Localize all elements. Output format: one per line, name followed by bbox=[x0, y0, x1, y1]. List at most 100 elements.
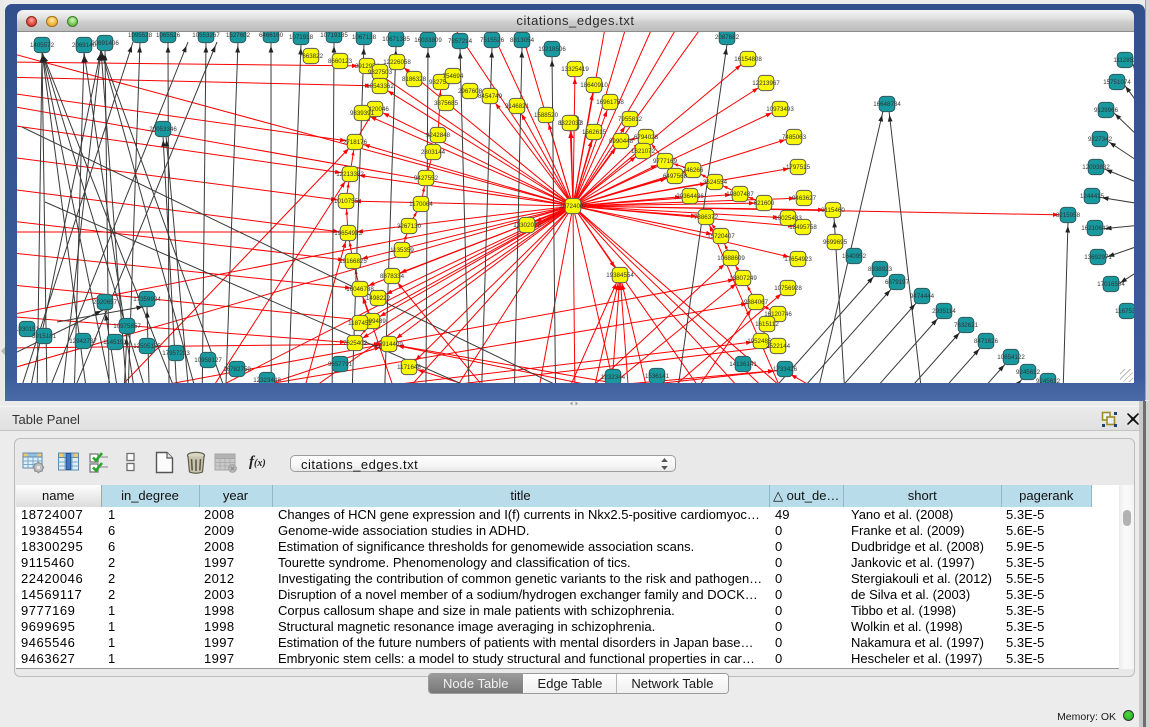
svg-text:1067138: 1067138 bbox=[352, 34, 377, 41]
svg-text:10543362: 10543362 bbox=[366, 83, 394, 90]
svg-text:1621072: 1621072 bbox=[631, 148, 656, 155]
svg-text:9657791: 9657791 bbox=[328, 361, 353, 368]
svg-text:16782759: 16782759 bbox=[223, 366, 251, 373]
svg-text:9146821: 9146821 bbox=[505, 103, 530, 110]
svg-text:8938923: 8938923 bbox=[868, 266, 893, 273]
svg-text:1167534: 1167534 bbox=[1115, 308, 1134, 315]
svg-text:2935114: 2935114 bbox=[932, 308, 956, 315]
svg-text:8878334: 8878334 bbox=[380, 273, 405, 280]
svg-text:2020657: 2020657 bbox=[93, 299, 118, 306]
svg-text:2087682: 2087682 bbox=[715, 34, 740, 41]
svg-text:12213382: 12213382 bbox=[336, 171, 364, 178]
svg-text:9245612: 9245612 bbox=[1016, 369, 1041, 376]
svg-text:9777169: 9777169 bbox=[653, 158, 678, 165]
svg-text:6794028: 6794028 bbox=[634, 134, 659, 141]
svg-text:3915181: 3915181 bbox=[32, 333, 57, 340]
svg-text:16961758: 16961758 bbox=[596, 99, 624, 106]
svg-text:1588520: 1588520 bbox=[534, 112, 559, 119]
svg-text:17654923: 17654923 bbox=[784, 256, 812, 263]
svg-text:9699695: 9699695 bbox=[823, 239, 848, 246]
svg-text:1071918: 1071918 bbox=[289, 34, 314, 41]
svg-text:10807487: 10807487 bbox=[726, 191, 754, 198]
svg-text:10671385: 10671385 bbox=[382, 36, 410, 43]
svg-text:1640952: 1640952 bbox=[842, 253, 867, 260]
svg-text:1170064: 1170064 bbox=[409, 201, 433, 208]
svg-text:16210643: 16210643 bbox=[1081, 225, 1109, 232]
svg-text:7955812: 7955812 bbox=[618, 116, 643, 123]
svg-text:15720407: 15720407 bbox=[707, 233, 735, 240]
svg-text:7857214: 7857214 bbox=[448, 38, 473, 45]
svg-text:16046788: 16046788 bbox=[346, 286, 374, 293]
svg-text:621600: 621600 bbox=[754, 200, 775, 207]
svg-text:8990448: 8990448 bbox=[609, 138, 634, 145]
svg-text:1733426: 1733426 bbox=[773, 366, 798, 373]
svg-text:10975857: 10975857 bbox=[113, 323, 141, 330]
svg-text:13692971: 13692971 bbox=[1084, 254, 1112, 261]
svg-text:15751074: 15751074 bbox=[1103, 79, 1131, 86]
svg-text:754694: 754694 bbox=[443, 73, 464, 80]
svg-text:1065526: 1065526 bbox=[156, 32, 181, 39]
svg-text:13325419: 13325419 bbox=[561, 66, 589, 73]
svg-text:10756928: 10756928 bbox=[774, 285, 802, 292]
svg-text:7632621: 7632621 bbox=[954, 322, 979, 329]
svg-text:7663822: 7663822 bbox=[299, 53, 324, 60]
svg-text:13302073: 13302073 bbox=[513, 222, 541, 229]
svg-text:19218506: 19218506 bbox=[538, 46, 566, 53]
svg-text:6879197: 6879197 bbox=[885, 279, 910, 286]
svg-text:16648784: 16648784 bbox=[873, 101, 901, 108]
svg-text:18640910: 18640910 bbox=[580, 82, 608, 89]
svg-text:9227342: 9227342 bbox=[1088, 136, 1113, 143]
svg-text:18495758: 18495758 bbox=[789, 224, 817, 231]
svg-text:3267130: 3267130 bbox=[397, 223, 422, 230]
svg-text:19384554: 19384554 bbox=[606, 272, 634, 279]
svg-text:8186328: 8186328 bbox=[402, 76, 427, 83]
svg-text:1536141: 1536141 bbox=[645, 373, 670, 380]
svg-text:2803144: 2803144 bbox=[421, 149, 446, 156]
svg-text:7625402: 7625402 bbox=[343, 340, 368, 347]
svg-text:8471626: 8471626 bbox=[974, 338, 999, 345]
svg-text:9327503: 9327503 bbox=[368, 69, 393, 76]
svg-text:9463627: 9463627 bbox=[792, 195, 817, 202]
svg-text:1797515: 1797515 bbox=[786, 164, 811, 171]
svg-text:1232344: 1232344 bbox=[601, 374, 626, 381]
svg-text:20053346: 20053346 bbox=[149, 126, 177, 133]
svg-text:1527602: 1527602 bbox=[226, 32, 251, 39]
svg-text:14136141: 14136141 bbox=[729, 361, 757, 368]
svg-text:9245612: 9245612 bbox=[1036, 378, 1061, 383]
svg-text:8813054: 8813054 bbox=[510, 37, 535, 44]
svg-text:18807249: 18807249 bbox=[729, 275, 757, 282]
svg-text:20691406: 20691406 bbox=[91, 40, 119, 47]
svg-text:1145191: 1145191 bbox=[103, 339, 127, 346]
svg-text:17359924: 17359924 bbox=[133, 296, 161, 303]
svg-text:20364436: 20364436 bbox=[676, 193, 704, 200]
svg-text:8454749: 8454749 bbox=[478, 93, 503, 100]
svg-text:7515526: 7515526 bbox=[480, 37, 505, 44]
svg-text:1187452: 1187452 bbox=[348, 320, 372, 327]
svg-text:12942737: 12942737 bbox=[69, 338, 97, 345]
svg-text:16033809: 16033809 bbox=[414, 37, 442, 44]
svg-text:7485063: 7485063 bbox=[782, 134, 807, 141]
svg-text:1171648: 1171648 bbox=[397, 364, 421, 371]
svg-text:1405572: 1405572 bbox=[30, 42, 55, 49]
svg-text:9129966: 9129966 bbox=[1094, 107, 1119, 114]
svg-text:16154808: 16154808 bbox=[734, 56, 762, 63]
svg-text:1498222: 1498222 bbox=[366, 295, 391, 302]
svg-text:2522144: 2522144 bbox=[766, 343, 791, 350]
svg-text:9242848: 9242848 bbox=[426, 132, 451, 139]
svg-text:17957223: 17957223 bbox=[162, 350, 190, 357]
svg-text:1615112: 1615112 bbox=[755, 321, 779, 328]
svg-text:10654122: 10654122 bbox=[997, 354, 1025, 361]
svg-text:9427552: 9427552 bbox=[414, 175, 439, 182]
svg-text:6466160: 6466160 bbox=[259, 32, 284, 39]
svg-text:9384067: 9384067 bbox=[744, 299, 769, 306]
svg-text:10688609: 10688609 bbox=[717, 255, 745, 262]
svg-text:2718176: 2718176 bbox=[343, 139, 368, 146]
svg-text:9474444: 9474444 bbox=[910, 293, 935, 300]
svg-text:18724007: 18724007 bbox=[559, 203, 587, 210]
svg-text:9115460: 9115460 bbox=[821, 207, 845, 214]
svg-text:10553267: 10553267 bbox=[192, 32, 220, 39]
svg-text:9839391: 9839391 bbox=[350, 110, 375, 117]
svg-text:19166825: 19166825 bbox=[339, 258, 367, 265]
svg-text:3624554: 3624554 bbox=[703, 179, 728, 186]
svg-text:12226058: 12226058 bbox=[383, 59, 411, 66]
